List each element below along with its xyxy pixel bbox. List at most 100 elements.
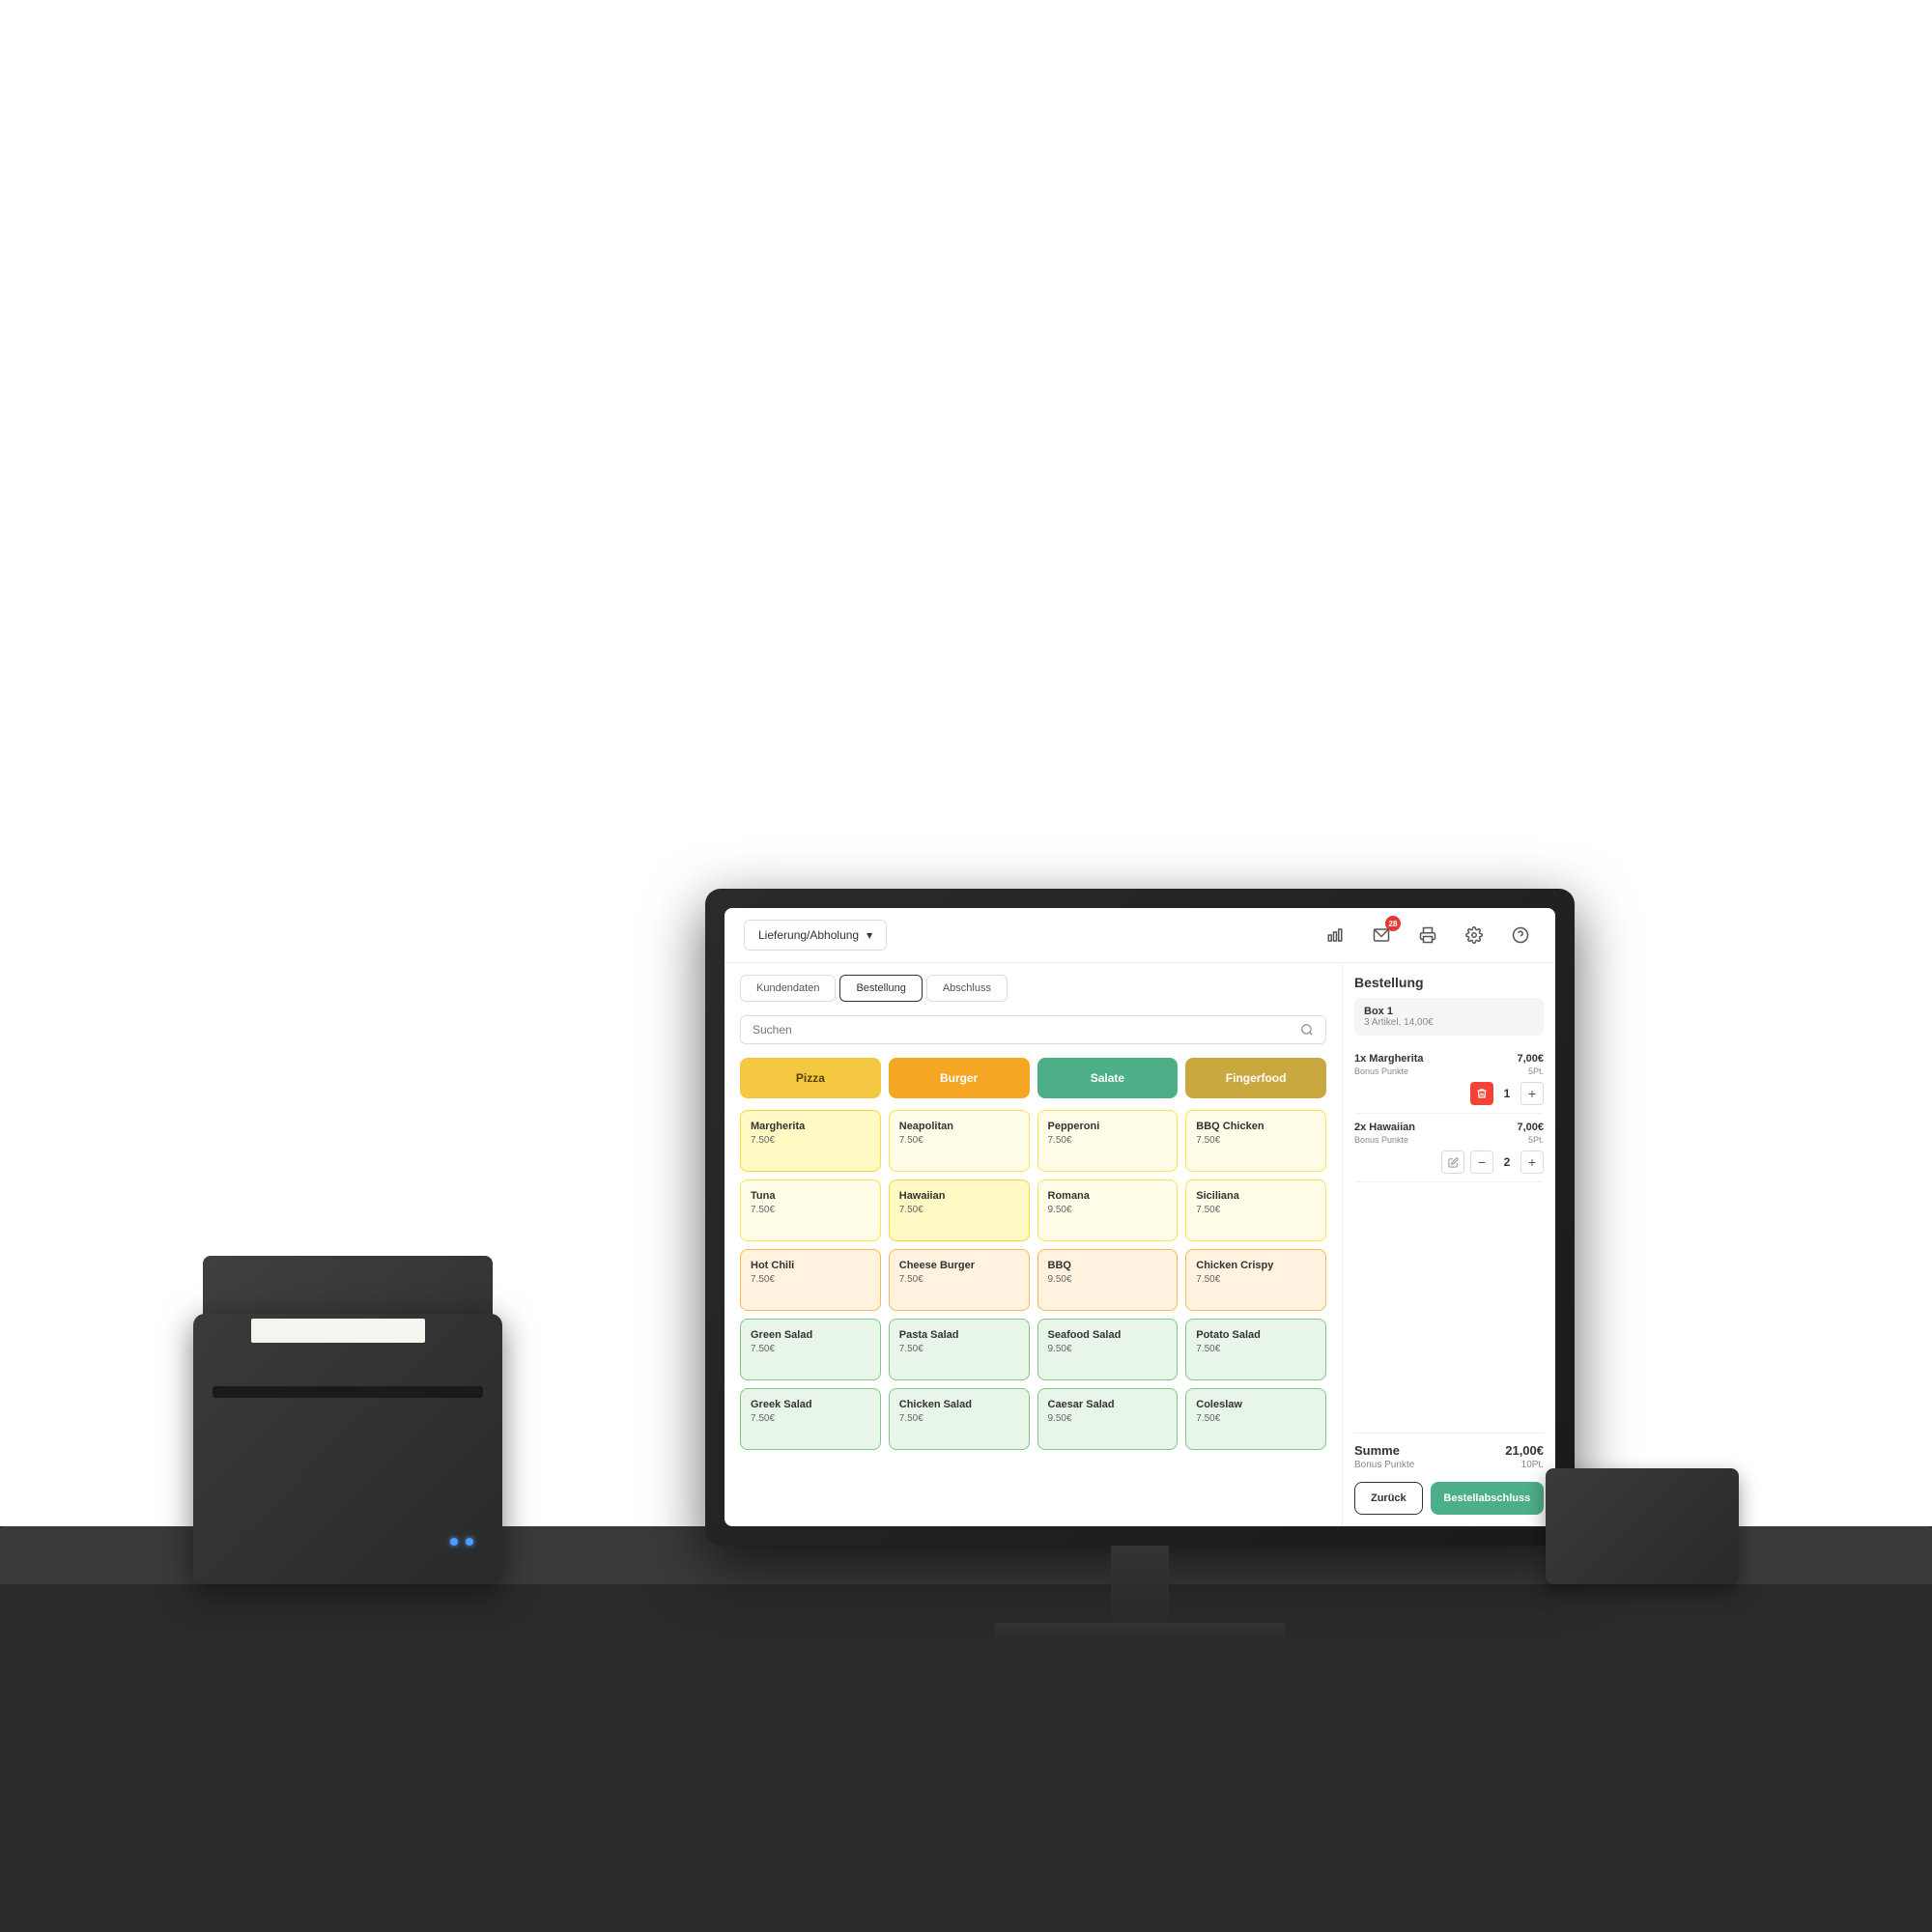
product-price: 7.50€ bbox=[899, 1205, 1019, 1215]
tab-kundendaten[interactable]: Kundendaten bbox=[740, 975, 836, 1002]
product-seafood-salad[interactable]: Seafood Salad 9.50€ bbox=[1037, 1319, 1179, 1380]
product-price: 7.50€ bbox=[1196, 1413, 1316, 1424]
printer-body bbox=[193, 1314, 502, 1584]
product-pasta-salad[interactable]: Pasta Salad 7.50€ bbox=[889, 1319, 1030, 1380]
search-input[interactable] bbox=[753, 1023, 1300, 1037]
right-panel: Bestellung Box 1 3 Artikel, 14,00€ 1x Ma… bbox=[1343, 963, 1555, 1526]
product-caesar-salad[interactable]: Caesar Salad 9.50€ bbox=[1037, 1388, 1179, 1450]
product-price: 7.50€ bbox=[1048, 1135, 1168, 1146]
product-romana[interactable]: Romana 9.50€ bbox=[1037, 1179, 1179, 1241]
category-burger[interactable]: Burger bbox=[889, 1058, 1030, 1098]
order-item-name: 1x Margherita bbox=[1354, 1053, 1424, 1065]
product-price: 7.50€ bbox=[899, 1344, 1019, 1354]
action-buttons: Zurück Bestellabschluss bbox=[1354, 1482, 1544, 1515]
item-2-qty: 2 bbox=[1499, 1155, 1515, 1169]
gear-icon bbox=[1465, 926, 1483, 944]
box-subtitle: 3 Artikel, 14,00€ bbox=[1364, 1017, 1534, 1028]
left-panel: Kundendaten Bestellung Abschluss bbox=[724, 963, 1343, 1526]
tabs: Kundendaten Bestellung Abschluss bbox=[740, 975, 1326, 1002]
monitor: Lieferung/Abholung ▾ bbox=[705, 889, 1575, 1642]
order-item-price: 7,00€ bbox=[1517, 1122, 1544, 1133]
product-neapolitan[interactable]: Neapolitan 7.50€ bbox=[889, 1110, 1030, 1172]
order-item-1-controls: 1 + bbox=[1354, 1082, 1544, 1105]
product-name: Pasta Salad bbox=[899, 1329, 1019, 1341]
product-bbq[interactable]: BBQ 9.50€ bbox=[1037, 1249, 1179, 1311]
product-price: 7.50€ bbox=[751, 1344, 870, 1354]
help-icon-btn[interactable] bbox=[1505, 920, 1536, 951]
edit-item-2-button[interactable] bbox=[1441, 1151, 1464, 1174]
led-dot-1 bbox=[450, 1538, 458, 1546]
product-name: Green Salad bbox=[751, 1329, 870, 1341]
product-name: Greek Salad bbox=[751, 1399, 870, 1410]
product-name: Siciliana bbox=[1196, 1190, 1316, 1202]
product-margherita[interactable]: Margherita 7.50€ bbox=[740, 1110, 881, 1172]
product-green-salad[interactable]: Green Salad 7.50€ bbox=[740, 1319, 881, 1380]
product-cheese-burger[interactable]: Cheese Burger 7.50€ bbox=[889, 1249, 1030, 1311]
order-item-header: 2x Hawaiian 7,00€ bbox=[1354, 1122, 1544, 1133]
decrement-item-2-button[interactable]: − bbox=[1470, 1151, 1493, 1174]
product-chicken-crispy[interactable]: Chicken Crispy 7.50€ bbox=[1185, 1249, 1326, 1311]
product-name: Hot Chili bbox=[751, 1260, 870, 1271]
search-icon bbox=[1300, 1023, 1314, 1037]
printer-paper bbox=[251, 1319, 425, 1343]
settings-icon-btn[interactable] bbox=[1459, 920, 1490, 951]
printer bbox=[193, 1256, 522, 1584]
delete-item-1-button[interactable] bbox=[1470, 1082, 1493, 1105]
product-name: Romana bbox=[1048, 1190, 1168, 1202]
product-name: Caesar Salad bbox=[1048, 1399, 1168, 1410]
product-name: Coleslaw bbox=[1196, 1399, 1316, 1410]
notification-badge: 28 bbox=[1385, 916, 1401, 931]
product-hawaiian[interactable]: Hawaiian 7.50€ bbox=[889, 1179, 1030, 1241]
category-pizza[interactable]: Pizza bbox=[740, 1058, 881, 1098]
tab-bestellung[interactable]: Bestellung bbox=[839, 975, 922, 1002]
category-salate[interactable]: Salate bbox=[1037, 1058, 1179, 1098]
back-button[interactable]: Zurück bbox=[1354, 1482, 1423, 1515]
chart-icon bbox=[1326, 926, 1344, 944]
increment-item-2-button[interactable]: + bbox=[1520, 1151, 1544, 1174]
header-left: Lieferung/Abholung ▾ bbox=[744, 920, 887, 951]
order-item-hawaiian: 2x Hawaiian 7,00€ Bonus Punkte 5Pt. bbox=[1354, 1114, 1544, 1182]
product-price: 7.50€ bbox=[751, 1205, 870, 1215]
printer-icon-btn[interactable] bbox=[1412, 920, 1443, 951]
increment-item-1-button[interactable]: + bbox=[1520, 1082, 1544, 1105]
product-price: 7.50€ bbox=[899, 1413, 1019, 1424]
order-item-bonus-label: Bonus Punkte bbox=[1354, 1135, 1408, 1145]
product-tuna[interactable]: Tuna 7.50€ bbox=[740, 1179, 881, 1241]
order-item-bonus-pts: 5Pt. bbox=[1528, 1135, 1544, 1145]
monitor-bezel: Lieferung/Abholung ▾ bbox=[705, 889, 1575, 1546]
search-bar bbox=[740, 1015, 1326, 1044]
trash-icon bbox=[1476, 1088, 1488, 1099]
product-name: Tuna bbox=[751, 1190, 870, 1202]
tab-abschluss[interactable]: Abschluss bbox=[926, 975, 1008, 1002]
product-chicken-salad[interactable]: Chicken Salad 7.50€ bbox=[889, 1388, 1030, 1450]
category-fingerfood[interactable]: Fingerfood bbox=[1185, 1058, 1326, 1098]
product-bbq-chicken[interactable]: BBQ Chicken 7.50€ bbox=[1185, 1110, 1326, 1172]
product-price: 9.50€ bbox=[1048, 1205, 1168, 1215]
product-pepperoni[interactable]: Pepperoni 7.50€ bbox=[1037, 1110, 1179, 1172]
receipt-printer-right bbox=[1546, 1468, 1739, 1584]
product-price: 9.50€ bbox=[1048, 1344, 1168, 1354]
delivery-dropdown[interactable]: Lieferung/Abholung ▾ bbox=[744, 920, 887, 951]
pos-main: Kundendaten Bestellung Abschluss bbox=[724, 963, 1555, 1526]
checkout-button[interactable]: Bestellabschluss bbox=[1431, 1482, 1544, 1515]
order-item-price: 7,00€ bbox=[1517, 1053, 1544, 1065]
summary-bonus-label: Bonus Punkte bbox=[1354, 1460, 1414, 1470]
product-potato-salad[interactable]: Potato Salad 7.50€ bbox=[1185, 1319, 1326, 1380]
mail-icon-btn[interactable]: 28 bbox=[1366, 920, 1397, 951]
product-name: Cheese Burger bbox=[899, 1260, 1019, 1271]
product-greek-salad[interactable]: Greek Salad 7.50€ bbox=[740, 1388, 881, 1450]
order-title: Bestellung bbox=[1354, 975, 1544, 990]
product-coleslaw[interactable]: Coleslaw 7.50€ bbox=[1185, 1388, 1326, 1450]
product-price: 9.50€ bbox=[1048, 1413, 1168, 1424]
product-hot-chili[interactable]: Hot Chili 7.50€ bbox=[740, 1249, 881, 1311]
box-header: Box 1 3 Artikel, 14,00€ bbox=[1354, 998, 1544, 1036]
categories: Pizza Burger Salate Fingerfood bbox=[740, 1058, 1326, 1098]
order-item-name: 2x Hawaiian bbox=[1354, 1122, 1415, 1133]
products-grid: Margherita 7.50€ Neapolitan 7.50€ Pepper… bbox=[740, 1110, 1326, 1450]
chart-icon-btn[interactable] bbox=[1320, 920, 1350, 951]
product-siciliana[interactable]: Siciliana 7.50€ bbox=[1185, 1179, 1326, 1241]
product-name: Chicken Crispy bbox=[1196, 1260, 1316, 1271]
monitor-screen: Lieferung/Abholung ▾ bbox=[724, 908, 1555, 1526]
product-price: 7.50€ bbox=[751, 1135, 870, 1146]
product-price: 7.50€ bbox=[1196, 1344, 1316, 1354]
